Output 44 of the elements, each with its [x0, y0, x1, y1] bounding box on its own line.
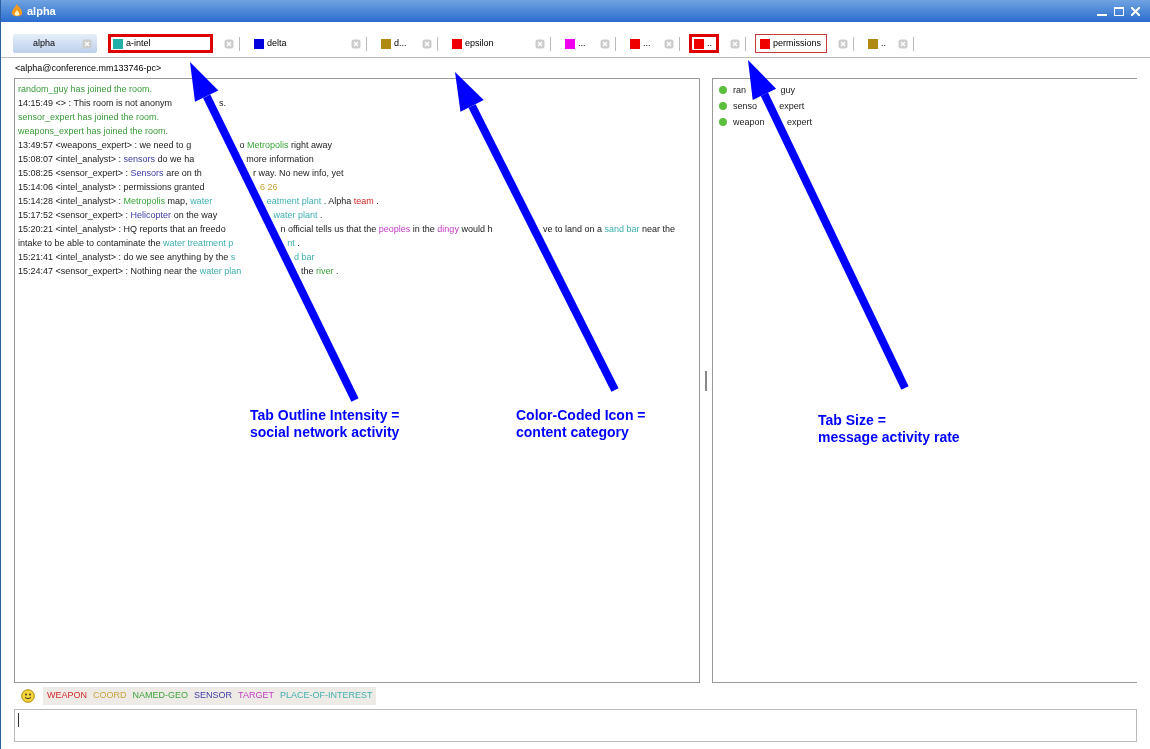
tab[interactable]: ..	[689, 34, 719, 53]
chat-message: 15:17:52 <sensor_expert> : Helicopter on the way water plant .	[18, 209, 324, 222]
chat-message: 15:08:25 <sensor_expert> : Sensors are on th r way. No new info, yet	[18, 167, 345, 180]
chat-message: 14:15:49 <> : This room is not anonym s.	[18, 97, 227, 110]
tab[interactable]: epsilon	[447, 34, 524, 53]
tab-label: permissions	[773, 36, 821, 50]
tab-label: ..	[881, 36, 886, 50]
chat-message: 13:49:57 <weapons_expert> : we need to g o Metropolis right away	[18, 139, 333, 152]
window-title: alpha	[27, 3, 56, 19]
occupant-name[interactable]: ran guy	[733, 82, 883, 98]
tab-label: a-intel	[126, 36, 151, 50]
tab[interactable]: ...	[560, 34, 589, 53]
tab-label: d...	[394, 36, 407, 50]
tab[interactable]: ...	[625, 34, 653, 53]
annotation-label: Color-Coded Icon = content category	[516, 407, 646, 441]
chat-message: 15:14:06 <intel_analyst> : permissions granted 6 26	[18, 181, 279, 194]
annotation-label: Tab Size = message activity rate	[818, 412, 960, 446]
tab[interactable]: alpha	[13, 34, 97, 53]
system-message: sensor_expert has joined the room.	[18, 111, 161, 124]
chat-message: 15:08:07 <intel_analyst> : sensors do we ha more information	[18, 153, 315, 166]
tab[interactable]: d...	[376, 34, 411, 53]
tab-label: delta	[267, 36, 287, 50]
occupant-name[interactable]: senso expert	[733, 98, 883, 114]
occupant-name[interactable]: weapon expert	[733, 114, 883, 130]
chat-message: 15:20:21 <intel_analyst> : HQ reports that an freedo n official tells us that the peoples in the dingy would h ve to land on a sand bar near the intake to be able to contaminate the water treatment p nt .	[18, 223, 677, 250]
chat-message: 15:14:28 <intel_analyst> : Metropolis map, water eatment plant . Alpha team .	[18, 195, 380, 208]
category-label[interactable]: TARGET	[238, 689, 274, 703]
tab-label: ...	[643, 36, 651, 50]
tab-label: alpha	[33, 36, 56, 50]
tab-label: ..	[707, 36, 712, 50]
tab[interactable]: a-intel	[108, 34, 213, 53]
chat-message: 15:21:41 <intel_analyst> : do we see anything by the s d bar	[18, 251, 316, 264]
chat-message: 15:24:47 <sensor_expert> : Nothing near the water plan the river .	[18, 265, 340, 278]
tab[interactable]: delta	[249, 34, 340, 53]
system-message: weapons_expert has joined the room.	[18, 125, 170, 138]
tab[interactable]: ..	[863, 34, 887, 53]
system-message: random_guy has joined the room.	[18, 83, 154, 96]
tab[interactable]: permissions	[755, 34, 827, 53]
annotation-label: Tab Outline Intensity = social network activity	[250, 407, 400, 441]
category-label[interactable]: SENSOR	[194, 689, 233, 703]
tab-label: epsilon	[465, 36, 494, 50]
room-address: <alpha@conference.mm133746-pc>	[14, 62, 163, 75]
category-label[interactable]: WEAPON	[47, 689, 87, 703]
tab-label: ...	[578, 36, 586, 50]
